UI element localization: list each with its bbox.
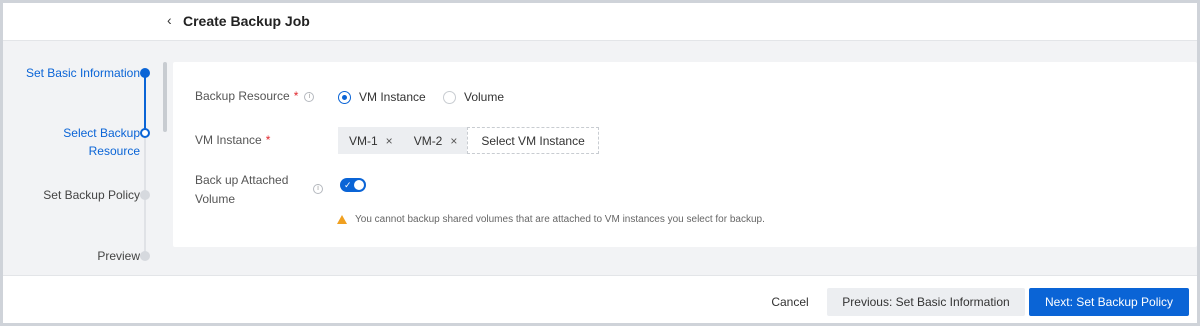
cancel-button[interactable]: Cancel <box>760 288 820 316</box>
step-set-backup-policy[interactable]: Set Backup Policy <box>43 186 140 204</box>
page-title: Create Backup Job <box>183 13 310 29</box>
warning-triangle-icon <box>337 215 347 224</box>
info-icon[interactable]: i <box>313 184 323 194</box>
step-select-backup-resource[interactable]: Select Backup Resource <box>50 124 140 160</box>
chevron-left-icon[interactable]: ‹ <box>167 12 172 28</box>
radio-volume[interactable]: Volume <box>443 90 504 104</box>
vm-instance-selector: VM-1 × VM-2 × Select VM Instance <box>338 127 599 154</box>
step-dot-todo <box>140 251 150 261</box>
radio-label: VM Instance <box>359 90 426 104</box>
step-dot-current <box>140 128 150 138</box>
radio-vm-instance[interactable]: VM Instance <box>338 90 426 104</box>
required-mark: * <box>293 89 299 103</box>
step-set-basic-information[interactable]: Set Basic Information <box>26 64 140 82</box>
step-dot-todo <box>140 190 150 200</box>
check-icon: ✓ <box>344 180 352 190</box>
form-card: Backup Resource * i VM Instance Volume VM … <box>173 62 1197 247</box>
info-icon[interactable]: i <box>304 91 315 102</box>
required-mark: * <box>265 133 271 147</box>
radio-circle <box>443 90 456 104</box>
vm-tag: VM-1 × <box>338 127 403 154</box>
radio-label: Volume <box>464 90 505 104</box>
step-dot-done <box>140 68 150 78</box>
vm-tag-label: VM-2 <box>413 133 443 148</box>
steps-scrollbar[interactable] <box>163 62 167 132</box>
page-header: ‹ Create Backup Job <box>3 3 1197 41</box>
vm-tag: VM-2 × <box>402 127 468 154</box>
warning-text: You cannot backup shared volumes that ar… <box>355 214 765 225</box>
next-button[interactable]: Next: Set Backup Policy <box>1029 288 1189 316</box>
remove-tag-icon[interactable]: × <box>450 134 457 148</box>
attached-volume-label: Back up Attached Volume <box>195 173 289 206</box>
toggle-knob <box>354 180 364 190</box>
backup-resource-label: Backup Resource * i <box>195 87 315 106</box>
radio-circle-checked <box>338 90 351 104</box>
footer-bar: Cancel Previous: Set Basic Information N… <box>3 275 1197 323</box>
step-connector-done <box>144 73 146 131</box>
remove-tag-icon[interactable]: × <box>386 134 393 148</box>
warning-message: You cannot backup shared volumes that ar… <box>337 214 765 225</box>
select-vm-instance-button[interactable]: Select VM Instance <box>467 127 599 154</box>
vm-tag-label: VM-1 <box>349 133 378 148</box>
vm-instance-label: VM Instance * <box>195 133 271 147</box>
previous-button[interactable]: Previous: Set Basic Information <box>827 288 1025 316</box>
step-preview[interactable]: Preview <box>97 247 140 265</box>
attached-volume-toggle[interactable]: ✓ <box>340 178 366 192</box>
step-navigator: Set Basic Information Select Backup Reso… <box>3 41 168 273</box>
app-window: ‹ Create Backup Job Set Basic Informatio… <box>0 0 1200 326</box>
